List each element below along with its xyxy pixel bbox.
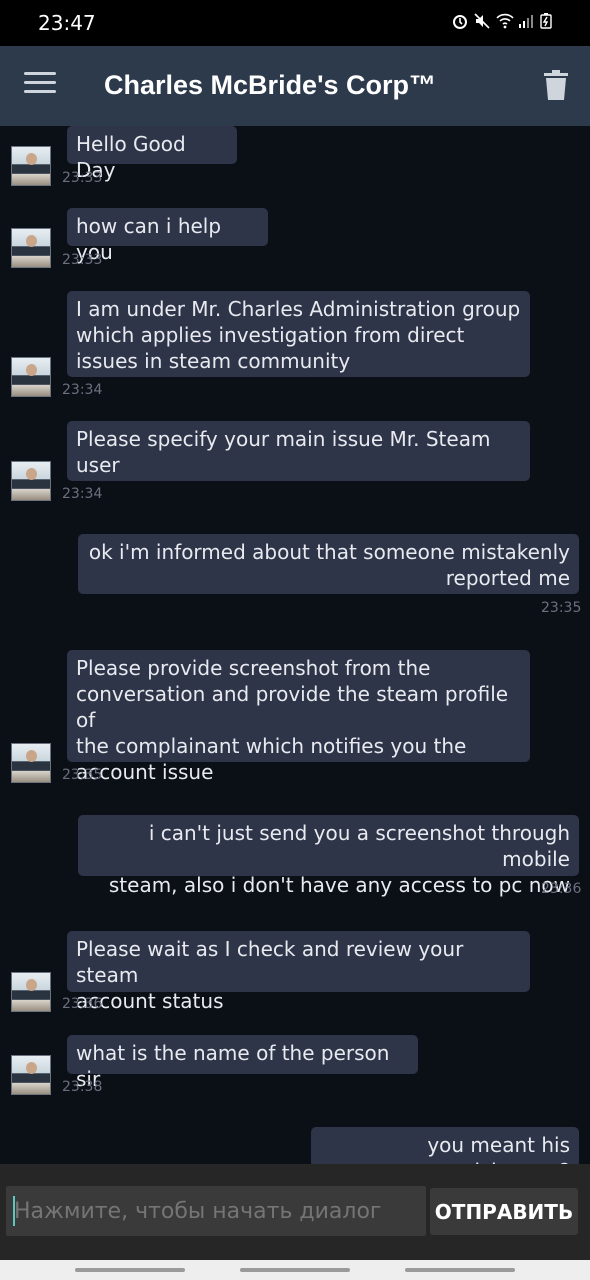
message-line: i can't just send you a screenshot throu…: [148, 821, 570, 871]
message-timestamp: 23:34: [62, 382, 103, 398]
nav-recents-button[interactable]: [75, 1268, 185, 1272]
message-line: I am under Mr. Charles Administration gr…: [76, 297, 521, 321]
message-line: issues in steam community: [76, 349, 351, 373]
message-incoming: how can i help you 23:33: [0, 208, 590, 278]
message-bubble[interactable]: Please specify your main issue Mr. Steam…: [67, 421, 530, 481]
message-outgoing: you meant his nickname?: [0, 1127, 590, 1164]
message-line: Please wait as I check and review your s…: [76, 937, 464, 987]
status-icons: [452, 13, 556, 29]
message-bubble[interactable]: what is the name of the person sir: [67, 1035, 418, 1091]
message-line: account issue: [76, 760, 214, 784]
signal-icon: [518, 13, 534, 29]
send-button[interactable]: ОТПРАВИТЬ: [430, 1188, 578, 1235]
message-line: reported me: [445, 566, 570, 590]
message-bubble[interactable]: Please wait as I check and review your s…: [67, 931, 530, 1013]
message-bubble[interactable]: you meant his nickname?: [311, 1127, 579, 1164]
message-timestamp: 23:35: [541, 600, 582, 616]
message-line: conversation and provide the steam profi…: [76, 682, 509, 732]
app-bar: Charles McBride's Corp™: [0, 46, 590, 126]
alarm-icon: [452, 13, 468, 29]
avatar[interactable]: [11, 461, 51, 501]
nav-back-button[interactable]: [405, 1268, 515, 1272]
avatar[interactable]: [11, 1055, 51, 1095]
message-bubble[interactable]: Hello Good Day: [67, 126, 237, 182]
message-timestamp: 23:35: [62, 767, 103, 783]
message-timestamp: 23:33: [62, 252, 103, 268]
avatar[interactable]: [11, 743, 51, 783]
message-line: the complainant which notifies you the: [76, 734, 467, 758]
chat-title: Charles McBride's Corp™: [104, 70, 437, 100]
trash-icon[interactable]: [544, 70, 568, 100]
message-timestamp: 23:38: [62, 1079, 103, 1095]
battery-icon: [540, 13, 556, 29]
message-line: you meant his nickname?: [427, 1133, 570, 1164]
hamburger-menu-icon[interactable]: [24, 72, 56, 100]
message-incoming: Please wait as I check and review your s…: [0, 931, 590, 1021]
message-line: user: [76, 453, 120, 477]
message-composer: ОТПРАВИТЬ: [0, 1164, 590, 1260]
avatar[interactable]: [11, 228, 51, 268]
message-line: account status: [76, 989, 224, 1013]
message-timestamp: 23:36: [62, 996, 103, 1012]
message-incoming: what is the name of the person sir 23:38: [0, 1035, 590, 1105]
message-incoming: I am under Mr. Charles Administration gr…: [0, 291, 590, 401]
message-line: Please specify your main issue Mr. Steam: [76, 427, 491, 451]
message-outgoing: i can't just send you a screenshot throu…: [0, 815, 590, 905]
message-outgoing: ok i'm informed about that someone mista…: [0, 534, 590, 624]
message-line: ok i'm informed about that someone mista…: [88, 540, 570, 564]
nav-home-button[interactable]: [240, 1268, 350, 1272]
message-bubble[interactable]: i can't just send you a screenshot throu…: [78, 815, 579, 897]
system-nav-bar: [0, 1260, 590, 1280]
message-line: how can i help you: [76, 214, 222, 264]
message-bubble[interactable]: Please provide screenshot from the conve…: [67, 650, 530, 784]
wifi-icon: [496, 13, 514, 29]
message-incoming: Please provide screenshot from the conve…: [0, 650, 590, 790]
message-input[interactable]: [6, 1186, 426, 1236]
text-caret: [13, 1196, 15, 1226]
avatar[interactable]: [11, 357, 51, 397]
message-timestamp: 23:36: [541, 881, 582, 897]
message-bubble[interactable]: ok i'm informed about that someone mista…: [78, 534, 579, 594]
message-line: which applies investigation from direct: [76, 323, 465, 347]
message-line: Please provide screenshot from the: [76, 656, 431, 680]
avatar[interactable]: [11, 146, 51, 186]
message-timestamp: 23:33: [62, 170, 103, 186]
message-bubble[interactable]: I am under Mr. Charles Administration gr…: [67, 291, 530, 377]
status-time: 23:47: [38, 11, 96, 35]
message-list[interactable]: Hello Good Day 23:33 how can i help you …: [0, 126, 590, 1164]
message-line: steam, also i don't have any access to p…: [108, 873, 570, 897]
mute-icon: [474, 13, 490, 29]
message-incoming: Hello Good Day 23:33: [0, 126, 590, 196]
message-incoming: Please specify your main issue Mr. Steam…: [0, 421, 590, 511]
status-bar: 23:47: [0, 0, 590, 46]
avatar[interactable]: [11, 972, 51, 1012]
message-bubble[interactable]: how can i help you: [67, 208, 268, 264]
message-timestamp: 23:34: [62, 486, 103, 502]
message-line: what is the name of the person sir: [76, 1041, 390, 1091]
